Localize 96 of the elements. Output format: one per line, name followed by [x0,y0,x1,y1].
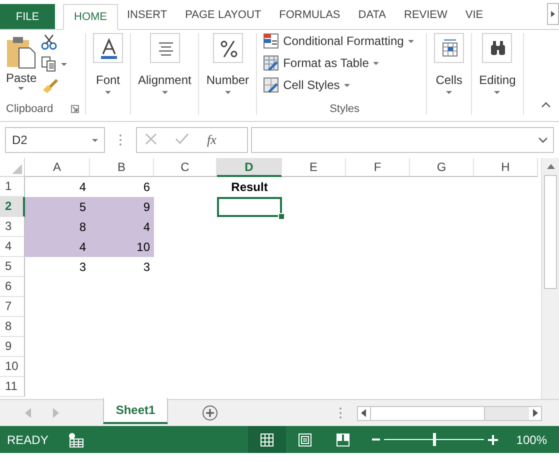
caret-icon [18,87,24,90]
caret-icon [446,91,452,94]
table-cell[interactable]: 6 [90,177,154,197]
caret-icon [408,40,414,42]
ribbon-button[interactable]: Cells [431,33,468,115]
group-caption: Clipboard [6,103,54,115]
styles-menu-button[interactable]: Cell Styles [263,77,426,93]
select-all-icon [12,164,22,174]
column-header[interactable]: G [410,158,474,177]
row-header[interactable]: 8 [0,317,25,337]
arrow-right-icon [551,11,555,17]
caret-icon [344,84,350,86]
table-cell[interactable]: 8 [25,217,90,237]
caret-icon [105,91,111,94]
row-header[interactable]: 5 [0,257,25,277]
page-break-icon [336,432,350,446]
column-header[interactable]: B [90,158,154,177]
page-icon [298,432,312,446]
caret-icon [162,91,168,94]
zoom-in-button[interactable] [488,434,498,444]
add-sheet-button[interactable] [202,405,218,421]
scissors-icon [40,34,57,50]
row-header[interactable]: 2 [0,197,25,217]
file-tab[interactable]: FILE [0,4,55,29]
column-header[interactable]: H [474,158,538,177]
table-cell[interactable]: 3 [90,257,154,277]
column-header[interactable]: A [25,158,90,177]
grip-icon [339,407,342,419]
ribbon-tab[interactable]: INSERT [118,0,176,29]
caret-icon [494,91,500,94]
caret-icon [224,91,231,94]
active-cell[interactable] [217,197,282,217]
table-cell[interactable]: 4 [25,237,90,257]
fill-handle[interactable] [278,213,285,220]
ribbon-button[interactable]: Editing [476,33,519,115]
formula-input[interactable] [251,127,554,153]
zoom-level[interactable]: 100% [516,432,547,446]
grid-icon [260,432,274,446]
row-header[interactable]: 6 [0,277,25,297]
cell-styles-icon [263,77,280,93]
ribbon-button[interactable]: Alignment [135,33,194,115]
format-painter-icon [40,78,59,94]
next-sheet-icon [53,408,59,418]
row-header[interactable]: 11 [0,377,25,397]
ribbon-tab[interactable]: PAGE LAYOUT [176,0,270,29]
column-header[interactable]: D [217,158,282,177]
insert-function-button[interactable]: fx [207,132,216,148]
row-header[interactable]: 9 [0,337,25,357]
paste-button[interactable]: Paste [6,33,37,103]
scroll-left-icon[interactable] [361,409,366,417]
caret-icon [60,62,67,66]
scroll-thumb[interactable] [544,175,557,289]
scroll-right-button[interactable] [547,3,559,25]
ribbon-tab[interactable]: DATA [349,0,395,29]
view-button[interactable] [248,426,286,453]
table-cell[interactable]: 4 [25,177,90,197]
name-box[interactable]: D2 [5,127,105,153]
styles-menu-button[interactable]: Format as Table [263,55,426,71]
sheet-tab[interactable]: Sheet1 [103,398,168,424]
column-header[interactable]: E [282,158,346,177]
ribbon-button[interactable]: Number [203,33,252,115]
row-header[interactable]: 10 [0,357,25,377]
group-caption: Styles [330,103,360,115]
clipboard-icon [6,35,36,69]
dialog-launcher-icon [71,105,79,113]
caret-icon [372,62,379,64]
styles-menu-button[interactable]: Conditional Formatting [263,33,426,49]
previous-sheet-icon [25,408,31,418]
zoom-out-button[interactable] [372,438,380,441]
row-header[interactable]: 7 [0,297,25,317]
column-header[interactable]: F [346,158,410,177]
ribbon-tab[interactable]: VIE [456,0,492,29]
scroll-up-icon [546,164,554,169]
zoom-thumb[interactable] [433,433,436,446]
caret-icon [92,138,98,142]
conditional-format-icon [263,33,280,49]
status-text: READY [7,432,48,446]
grip-icon [119,134,122,146]
table-cell[interactable]: Result [217,177,282,197]
table-cell[interactable]: 3 [25,257,90,277]
ribbon-button[interactable]: Font [90,33,126,115]
ribbon-tab[interactable]: REVIEW [395,0,456,29]
table-cell[interactable]: 9 [90,197,154,217]
copy-icon [40,56,57,72]
table-brush-icon [263,55,280,71]
expand-icon [538,137,548,143]
scroll-right-icon[interactable] [533,409,538,417]
horizontal-scrollbar[interactable] [357,406,542,420]
ribbon-tab[interactable]: FORMULAS [270,0,350,29]
table-cell[interactable]: 5 [25,197,90,217]
vertical-scrollbar[interactable] [541,158,559,399]
table-cell[interactable]: 4 [90,217,154,237]
macro-record-icon [68,432,84,448]
ribbon-tab[interactable]: HOME [63,4,118,30]
collapse-ribbon-icon [541,102,551,108]
table-cell[interactable]: 10 [90,237,154,257]
